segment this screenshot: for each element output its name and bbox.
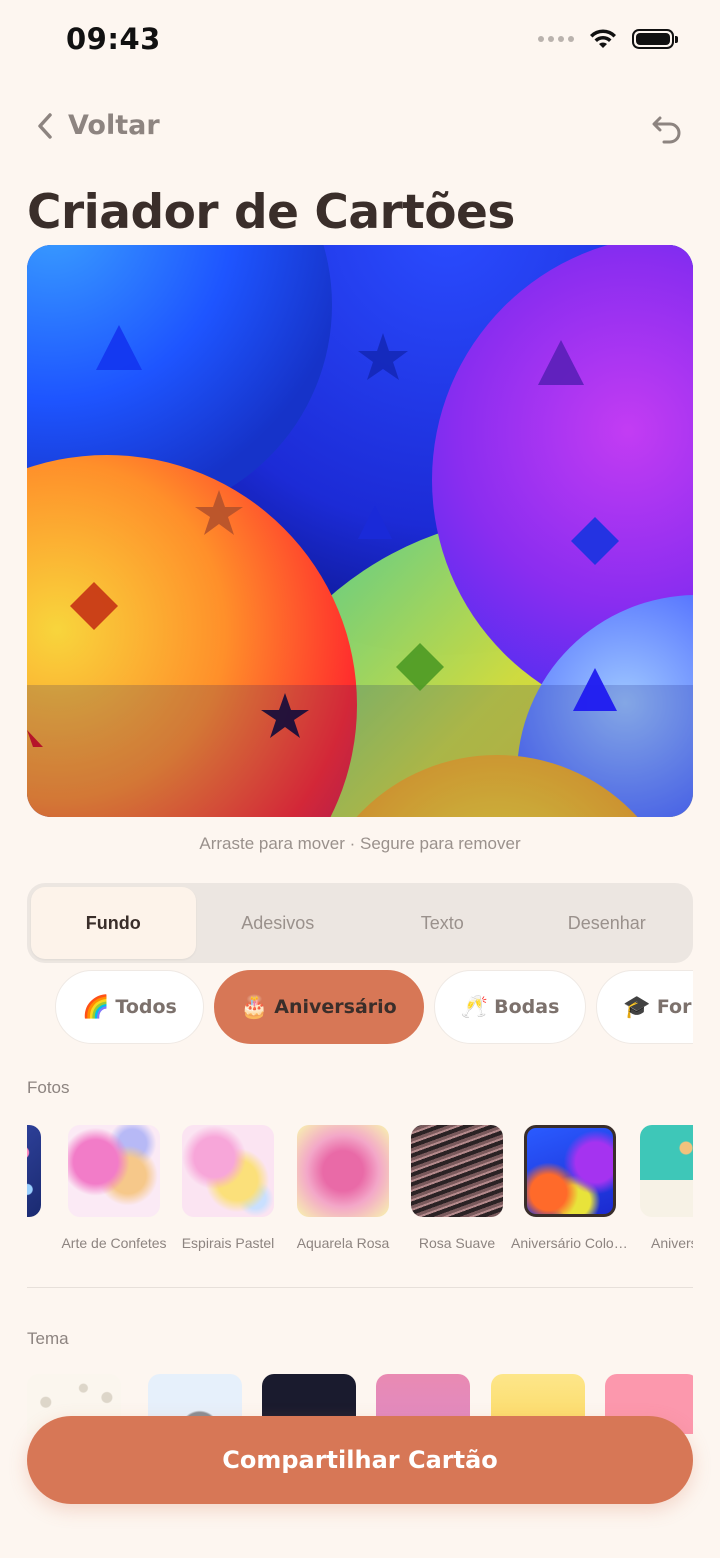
chip-label: Formatura bbox=[656, 996, 693, 1018]
theme-section-label: Tema bbox=[27, 1329, 69, 1348]
photo-caption: Aniversário bbox=[650, 1235, 693, 1251]
section-divider bbox=[27, 1287, 693, 1288]
photo-caption: Rosa Suave bbox=[418, 1235, 496, 1251]
category-chips: 🌈 Todos 🎂 Aniversário 🥂 Bodas 🎓 Formatur… bbox=[55, 970, 693, 1046]
undo-icon bbox=[652, 116, 681, 144]
photo-caption: Aquarela Rosa bbox=[296, 1235, 390, 1251]
photo-item[interactable]: Espirais Pastel bbox=[182, 1125, 274, 1251]
status-time: 09:43 bbox=[66, 22, 161, 56]
chip-label: Bodas bbox=[494, 996, 560, 1018]
cake-icon: 🎂 bbox=[240, 994, 269, 1020]
chevron-left-icon bbox=[38, 112, 52, 139]
chip-aniversario[interactable]: 🎂 Aniversário bbox=[213, 970, 424, 1044]
undo-button[interactable] bbox=[650, 112, 684, 151]
share-card-button[interactable]: Compartilhar Cartão bbox=[27, 1416, 693, 1504]
photos-section-label: Fotos bbox=[27, 1078, 70, 1097]
status-indicators bbox=[538, 28, 678, 50]
card-canvas[interactable] bbox=[27, 245, 693, 817]
photo-thumbnail bbox=[27, 1125, 41, 1217]
photo-item[interactable]: Arte de Confetes bbox=[61, 1125, 167, 1251]
chip-bodas[interactable]: 🥂 Bodas bbox=[433, 970, 587, 1044]
photo-thumbnail-selected bbox=[524, 1125, 616, 1217]
wifi-icon bbox=[590, 29, 616, 48]
photo-item[interactable] bbox=[27, 1125, 41, 1217]
photo-thumbnail bbox=[640, 1125, 693, 1217]
card-background-image bbox=[27, 245, 693, 817]
tab-adesivos[interactable]: Adesivos bbox=[196, 887, 361, 959]
battery-icon bbox=[632, 29, 678, 49]
tab-texto[interactable]: Texto bbox=[360, 887, 525, 959]
back-label: Voltar bbox=[68, 110, 160, 141]
back-button[interactable]: Voltar bbox=[36, 110, 160, 141]
photo-item[interactable]: Aquarela Rosa bbox=[297, 1125, 389, 1251]
page-title: Criador de Cartões bbox=[27, 185, 515, 240]
tab-fundo[interactable]: Fundo bbox=[31, 887, 196, 959]
champagne-icon: 🥂 bbox=[460, 994, 489, 1020]
editor-tabs: Fundo Adesivos Texto Desenhar bbox=[27, 883, 693, 963]
photo-caption: Espirais Pastel bbox=[181, 1235, 275, 1251]
chip-formatura[interactable]: 🎓 Formatura bbox=[596, 970, 693, 1044]
rainbow-icon: 🌈 bbox=[82, 994, 110, 1020]
photo-thumbnail bbox=[182, 1125, 274, 1217]
photos-carousel: Arte de Confetes Espirais Pastel Aquarel… bbox=[27, 1125, 693, 1265]
chip-label: Aniversário bbox=[274, 996, 397, 1018]
photo-thumbnail bbox=[411, 1125, 503, 1217]
photo-caption: Arte de Confetes bbox=[61, 1235, 167, 1251]
signal-icon bbox=[538, 36, 574, 42]
photo-thumbnail bbox=[297, 1125, 389, 1217]
photo-item[interactable]: Aniversário Colorido bbox=[511, 1125, 629, 1251]
photo-item[interactable]: Rosa Suave bbox=[411, 1125, 503, 1251]
tab-desenhar[interactable]: Desenhar bbox=[525, 887, 690, 959]
canvas-hint: Arraste para mover · Segure para remover bbox=[199, 834, 521, 853]
photo-caption: Aniversário Colorido bbox=[511, 1235, 629, 1251]
photo-thumbnail bbox=[68, 1125, 160, 1217]
chip-todos[interactable]: 🌈 Todos bbox=[55, 970, 204, 1044]
chip-label: Todos bbox=[115, 996, 177, 1018]
graduation-cap-icon: 🎓 bbox=[623, 994, 651, 1020]
photo-item[interactable]: Aniversário bbox=[640, 1125, 693, 1251]
